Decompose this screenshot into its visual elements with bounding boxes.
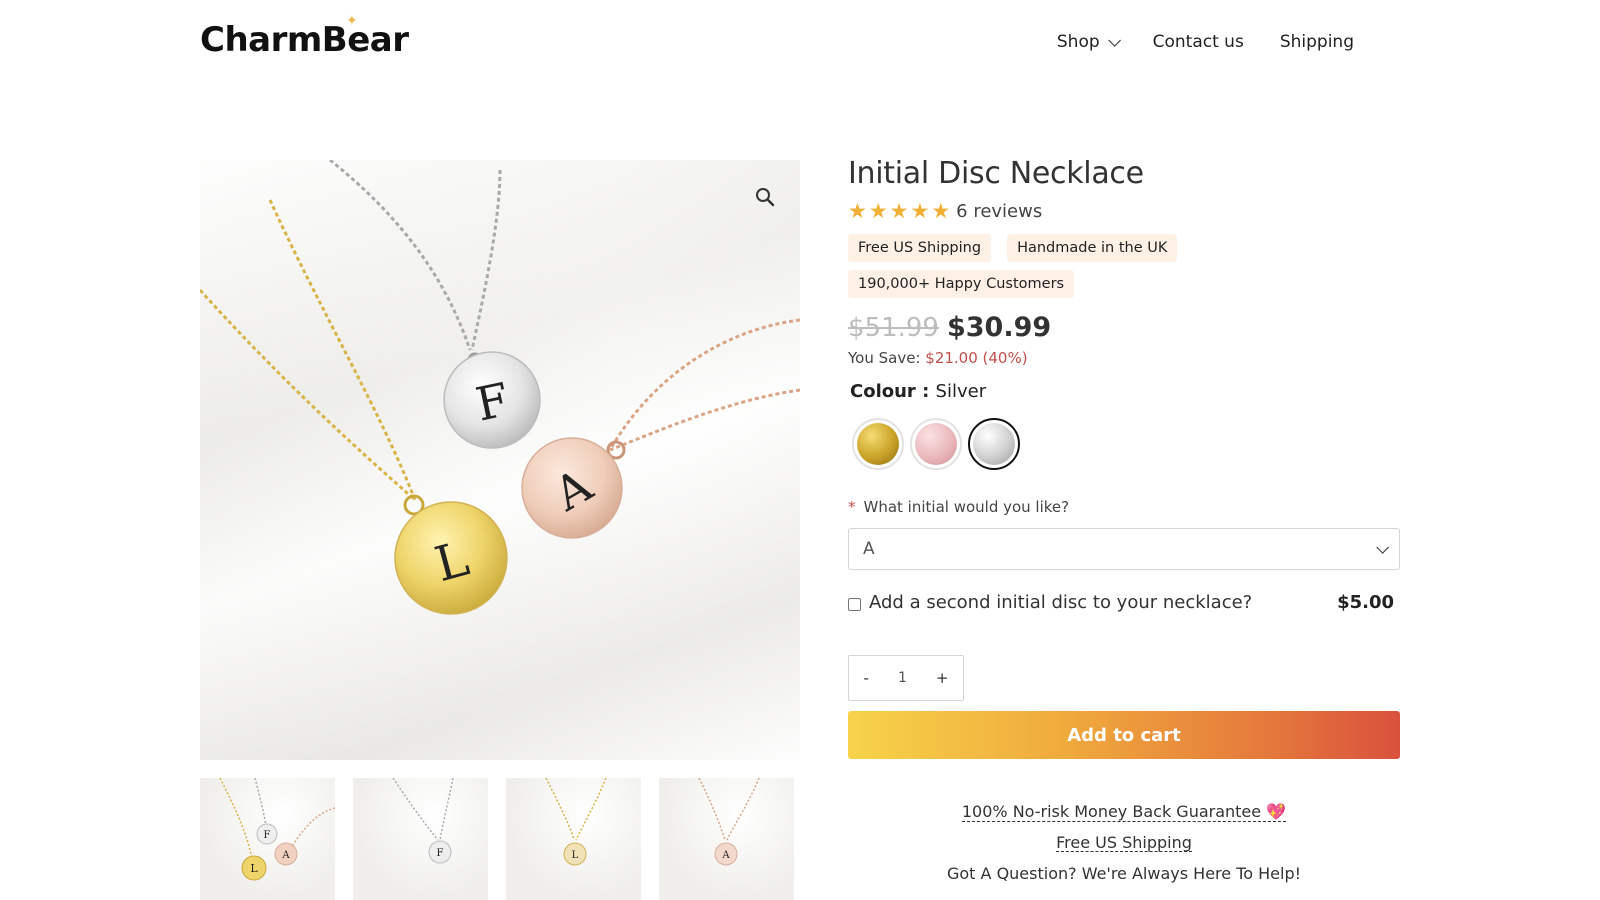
savings-label: You Save:	[848, 349, 921, 367]
swatch-gold[interactable]	[852, 418, 904, 470]
nav-contact[interactable]: Contact us	[1153, 32, 1244, 52]
sale-price: $30.99	[946, 312, 1052, 343]
free-shipping-link[interactable]: Free US Shipping	[1056, 833, 1192, 853]
nav-shop-label: Shop	[1056, 32, 1100, 52]
initial-select[interactable]: A	[848, 528, 1400, 570]
swatch-silver[interactable]	[968, 418, 1020, 470]
nav-shipping[interactable]: Shipping	[1280, 32, 1354, 52]
money-back-link[interactable]: 100% No-risk Money Back Guarantee 💖	[961, 802, 1287, 822]
product-rating[interactable]: ★ ★ ★ ★ ★ 6 reviews	[848, 201, 1400, 222]
logo-text: CharmBear	[200, 20, 409, 60]
star-icon: ★	[868, 200, 888, 223]
savings: You Save: $21.00 (40%)	[848, 349, 1400, 367]
svg-text:L: L	[250, 862, 258, 875]
savings-amount: $21.00 (40%)	[925, 349, 1028, 367]
svg-text:F: F	[437, 848, 444, 859]
chevron-down-icon	[1376, 540, 1389, 554]
guarantee-list: 100% No-risk Money Back Guarantee 💖 Free…	[848, 802, 1400, 883]
thumbnail-1[interactable]: F A L	[200, 778, 335, 900]
colour-swatches	[852, 418, 1400, 470]
svg-text:A: A	[721, 850, 730, 861]
badge-free-shipping: Free US Shipping	[848, 234, 992, 262]
money-back-text: 100% No-risk Money Back Guarantee	[961, 802, 1262, 821]
colour-label-text: Colour :	[850, 381, 936, 402]
thumbnail-4[interactable]: A	[659, 778, 794, 900]
qty-decrease-button[interactable]: -	[858, 665, 875, 691]
price-row: $51.99 $30.99	[848, 312, 1400, 343]
badge-list: Free US Shipping Handmade in the UK 190,…	[848, 234, 1208, 298]
add-to-cart-button[interactable]: Add to cart	[848, 711, 1400, 759]
magnifier-icon	[756, 188, 775, 207]
colour-value: Silver	[935, 381, 987, 402]
addon-checkbox[interactable]	[848, 597, 861, 611]
qty-input[interactable]: 1	[892, 666, 913, 690]
star-icon: ★	[910, 200, 930, 223]
regular-price: $51.99	[848, 313, 939, 343]
addon-price: $5.00	[1337, 592, 1394, 613]
reviews-link[interactable]: 6 reviews	[956, 201, 1042, 222]
product-title: Initial Disc Necklace	[848, 156, 1144, 191]
heart-icon: 💖	[1266, 802, 1287, 821]
svg-text:A: A	[281, 850, 290, 861]
addon-option: Add a second initial disc to your neckla…	[848, 592, 1252, 613]
svg-text:F: F	[264, 830, 271, 841]
nav-shipping-label: Shipping	[1279, 32, 1354, 52]
chevron-down-icon	[1107, 33, 1121, 47]
nav-shop[interactable]: Shop	[1056, 32, 1121, 52]
thumbnail-3[interactable]: L	[506, 778, 641, 900]
initial-question-text: What initial would you like?	[863, 498, 1070, 516]
star-icon: ★	[931, 200, 951, 223]
initial-select-value: A	[863, 539, 875, 559]
logo[interactable]: CharmBear ✦	[200, 12, 409, 60]
colour-label: Colour : Silver	[850, 381, 1400, 402]
main-nav: Shop Contact us Shipping	[1057, 32, 1354, 52]
thumbnail-strip: F A L F L A	[200, 778, 800, 900]
nav-contact-label: Contact us	[1152, 32, 1244, 52]
svg-text:L: L	[572, 850, 579, 861]
product-summary: Initial Disc Necklace ★ ★ ★ ★ ★ 6 review…	[848, 156, 1400, 883]
question-link[interactable]: Got A Question? We're Always Here To Hel…	[947, 864, 1301, 883]
star-icon: ★	[889, 200, 909, 223]
qty-increase-button[interactable]: +	[930, 665, 955, 691]
initial-question: * What initial would you like?	[848, 498, 1400, 516]
star-icon: ★	[848, 200, 867, 223]
product-main-image[interactable]: F A L	[200, 160, 800, 760]
quantity-stepper: - 1 +	[848, 655, 964, 701]
addon-row: Add a second initial disc to your neckla…	[848, 592, 1394, 613]
badge-happy-customers: 190,000+ Happy Customers	[848, 270, 1075, 298]
necklace-illustration: F A L	[200, 160, 800, 615]
swatch-rose-gold[interactable]	[910, 418, 962, 470]
zoom-button[interactable]	[750, 182, 780, 212]
badge-handmade: Handmade in the UK	[1007, 234, 1178, 262]
addon-label[interactable]: Add a second initial disc to your neckla…	[869, 592, 1252, 613]
thumbnail-2[interactable]: F	[353, 778, 488, 900]
sparkle-icon: ✦	[346, 12, 358, 28]
required-mark: *	[848, 498, 856, 516]
